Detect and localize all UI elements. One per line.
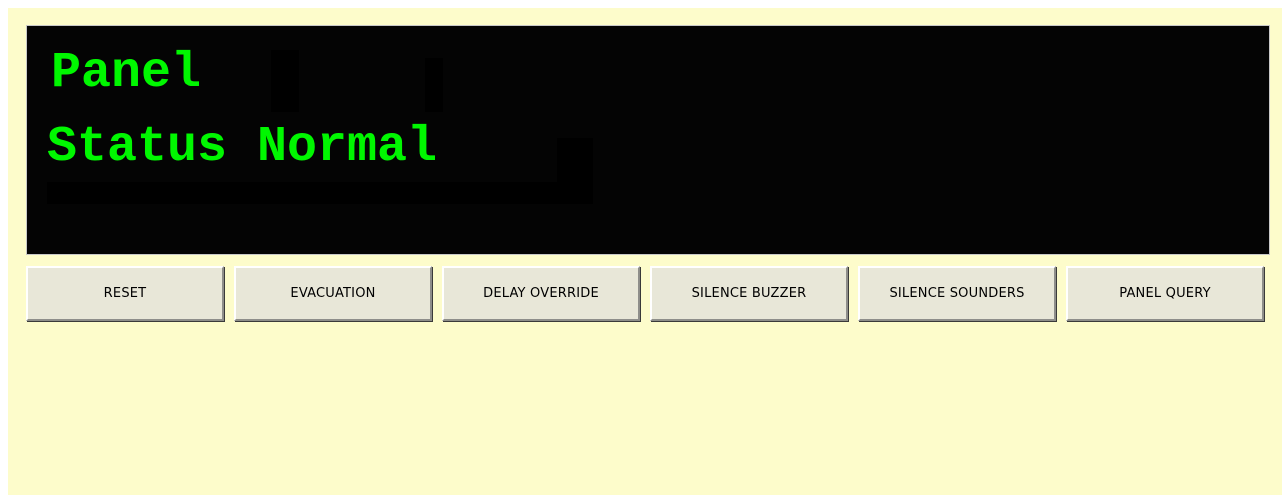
panel-query-button[interactable]: PANEL QUERY bbox=[1066, 266, 1264, 321]
silence-sounders-button[interactable]: SILENCE SOUNDERS bbox=[858, 266, 1056, 321]
reset-button[interactable]: RESET bbox=[26, 266, 224, 321]
display-ghost-segment bbox=[47, 182, 593, 204]
evacuation-button[interactable]: EVACUATION bbox=[234, 266, 432, 321]
status-display: Panel Status Normal bbox=[26, 25, 1270, 255]
display-ghost-segment bbox=[271, 50, 299, 112]
display-line-2: Status Normal bbox=[47, 119, 438, 176]
display-ghost-segment bbox=[557, 138, 593, 188]
button-row: RESET EVACUATION DELAY OVERRIDE SILENCE … bbox=[26, 266, 1266, 321]
silence-buzzer-button[interactable]: SILENCE BUZZER bbox=[650, 266, 848, 321]
display-ghost-segment bbox=[425, 58, 443, 112]
delay-override-button[interactable]: DELAY OVERRIDE bbox=[442, 266, 640, 321]
control-panel: Panel Status Normal RESET EVACUATION DEL… bbox=[8, 8, 1282, 495]
display-line-1: Panel bbox=[51, 45, 202, 102]
